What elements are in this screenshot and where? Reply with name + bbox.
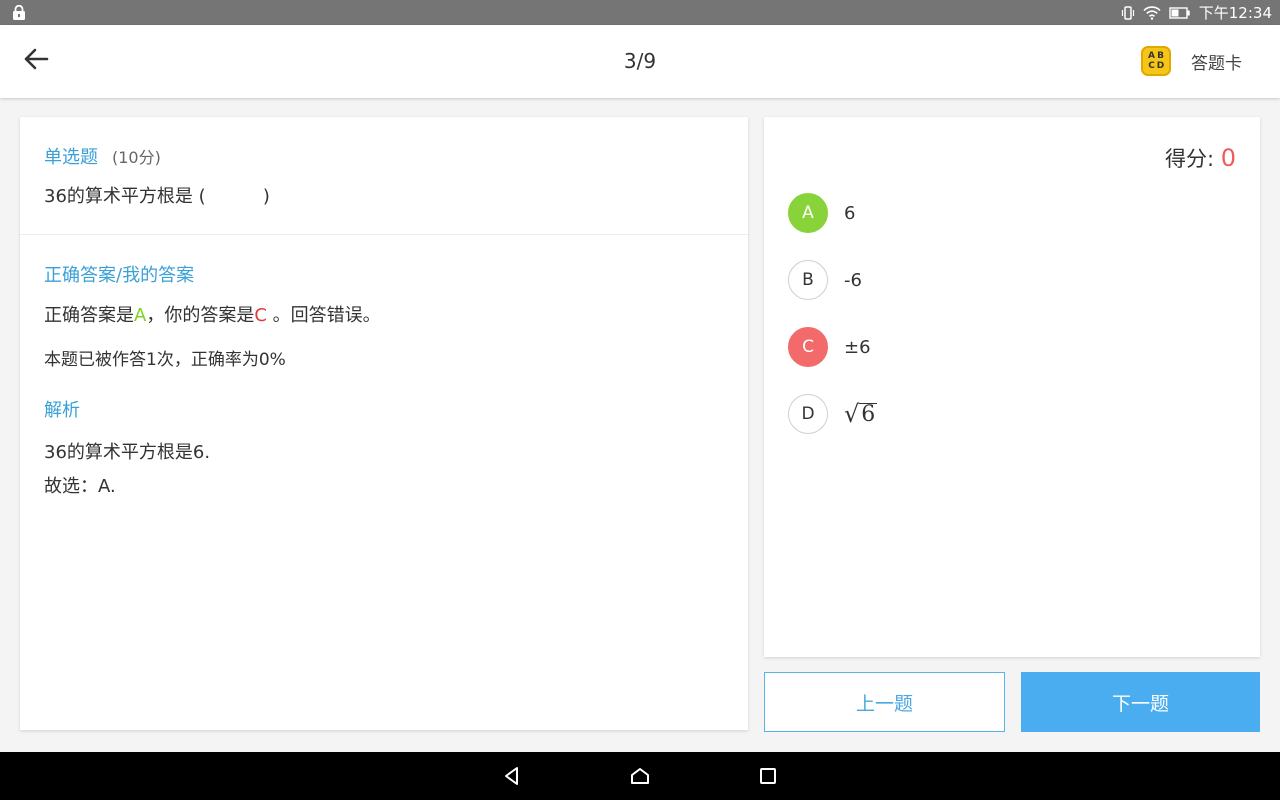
option-a[interactable]: A 6	[788, 193, 877, 233]
option-text: -6	[844, 269, 862, 291]
option-text: ±6	[844, 336, 871, 358]
sqrt-radicand: 6	[859, 402, 878, 427]
question-progress: 3/9	[623, 49, 657, 73]
back-triangle-icon[interactable]	[500, 764, 524, 788]
option-d[interactable]: D √ 6	[788, 394, 878, 434]
question-panel: 单选题 (10分) 36的算术平方根是 ( ) 正确答案/我的答案 正确答案是A…	[20, 117, 748, 730]
option-b[interactable]: B -6	[788, 260, 877, 300]
option-letter-circle: C	[788, 327, 828, 367]
answer-card-button[interactable]: A B C D 答题卡	[1141, 44, 1242, 78]
score-label: 得分:	[1164, 147, 1221, 171]
correct-answer-letter: A	[134, 305, 147, 326]
user-answer-letter: C	[254, 305, 267, 326]
lock-icon	[13, 5, 25, 20]
question-section: 单选题 (10分) 36的算术平方根是 ( )	[20, 117, 748, 235]
option-letter-circle: B	[788, 260, 828, 300]
battery-icon	[1169, 6, 1190, 19]
analysis-line: 故选：A.	[44, 476, 116, 497]
prev-question-button[interactable]: 上一题	[764, 672, 1005, 732]
system-nav-bar	[0, 752, 1280, 800]
answer-section-title: 正确答案/我的答案	[44, 265, 195, 286]
answer-stats: 本题已被作答1次，正确率为0%	[44, 350, 286, 370]
analysis-body: 36的算术平方根是6. 故选：A.	[44, 436, 724, 504]
question-stem: 36的算术平方根是 ( )	[44, 186, 270, 207]
status-time: 下午12:34	[1198, 4, 1272, 22]
answer-result: 正确答案是A，你的答案是C 。回答错误。	[44, 305, 381, 326]
recents-icon[interactable]	[756, 764, 780, 788]
options-panel: 得分: 0 A 6 B -6 C ±6 D √ 6	[764, 117, 1260, 657]
score-display: 得分: 0	[1165, 143, 1236, 173]
analysis-title: 解析	[44, 400, 80, 421]
option-c[interactable]: C ±6	[788, 327, 877, 367]
question-type: 单选题	[44, 147, 98, 168]
option-letter-circle: D	[788, 394, 828, 434]
option-list: A 6 B -6 C ±6 D √ 6	[788, 193, 878, 461]
sqrt-expression: √ 6	[844, 400, 878, 428]
answer-card-label: 答题卡	[1191, 53, 1242, 74]
home-icon[interactable]	[628, 764, 652, 788]
next-question-button[interactable]: 下一题	[1021, 672, 1260, 732]
question-score: (10分)	[112, 148, 161, 167]
option-text: √ 6	[844, 400, 878, 428]
option-letter-circle: A	[788, 193, 828, 233]
option-text: 6	[844, 202, 856, 224]
vibrate-icon	[1121, 5, 1134, 20]
status-bar: 下午12:34	[0, 0, 1280, 25]
score-value: 0	[1220, 144, 1236, 172]
sqrt-symbol: √	[844, 400, 860, 428]
analysis-line: 36的算术平方根是6.	[44, 442, 211, 463]
wifi-icon	[1143, 5, 1161, 20]
app-header: 3/9 A B C D 答题卡	[0, 25, 1280, 98]
answer-card-icon: A B C D	[1141, 46, 1171, 76]
answer-section: 正确答案/我的答案 正确答案是A，你的答案是C 。回答错误。 本题已被作答1次，…	[20, 235, 748, 504]
